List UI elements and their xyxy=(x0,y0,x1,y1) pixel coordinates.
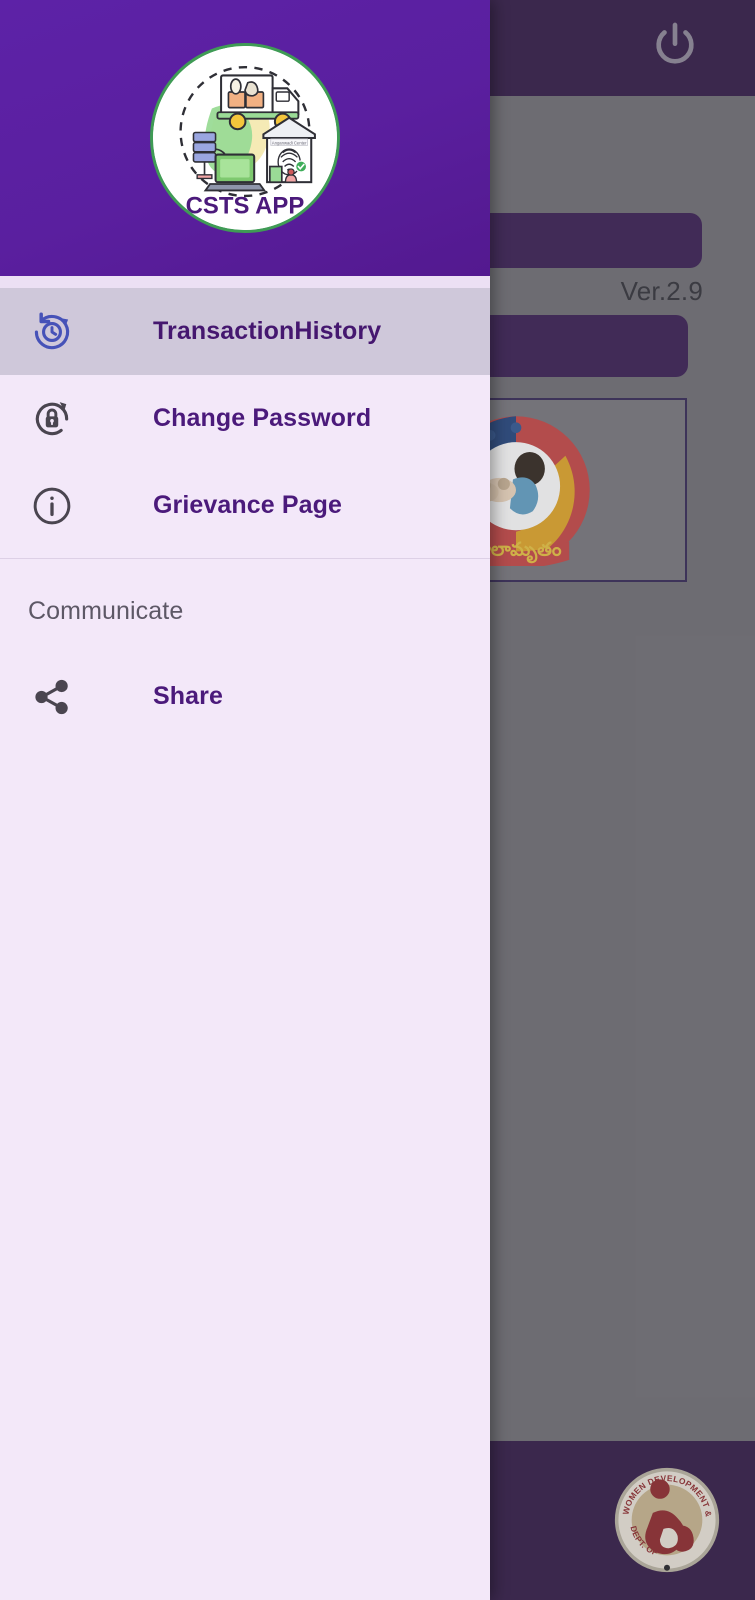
wdcw-department-seal: WOMEN DEVELOPMENT & CHILD DEPT. OF xyxy=(614,1467,720,1573)
sidebar-item-transaction-history[interactable]: TransactionHistory xyxy=(0,288,490,375)
sidebar-item-change-password[interactable]: Change Password xyxy=(0,375,490,462)
sidebar-item-share[interactable]: Share xyxy=(0,653,490,740)
power-icon[interactable] xyxy=(647,18,703,74)
navigation-drawer: Anganwadi Center CSTS APP TransactionHis… xyxy=(0,0,490,1600)
csts-app-caption: CSTS APP xyxy=(186,192,305,219)
history-restore-icon xyxy=(28,308,76,356)
version-label: Ver.2.9 xyxy=(620,276,703,306)
info-circle-icon xyxy=(28,482,76,530)
drawer-menu-list: TransactionHistory Change Password Griev… xyxy=(0,288,490,1170)
sidebar-item-label: Grievance Page xyxy=(153,491,343,519)
drawer-header-strip xyxy=(0,276,490,288)
menu-section-title: Communicate xyxy=(28,597,184,625)
lock-reset-icon xyxy=(28,395,76,443)
drawer-header: Anganwadi Center CSTS APP xyxy=(0,0,490,276)
sidebar-item-label: TransactionHistory xyxy=(153,317,382,345)
sidebar-item-grievance-page[interactable]: Grievance Page xyxy=(0,462,490,549)
csts-app-logo: Anganwadi Center CSTS APP xyxy=(150,43,340,233)
sidebar-item-label: Share xyxy=(153,682,223,710)
drawer-empty-space xyxy=(0,1170,490,1600)
sidebar-item-label: Change Password xyxy=(153,404,372,432)
share-nodes-icon xyxy=(28,673,76,721)
svg-text:Anganwadi Center: Anganwadi Center xyxy=(272,140,307,145)
